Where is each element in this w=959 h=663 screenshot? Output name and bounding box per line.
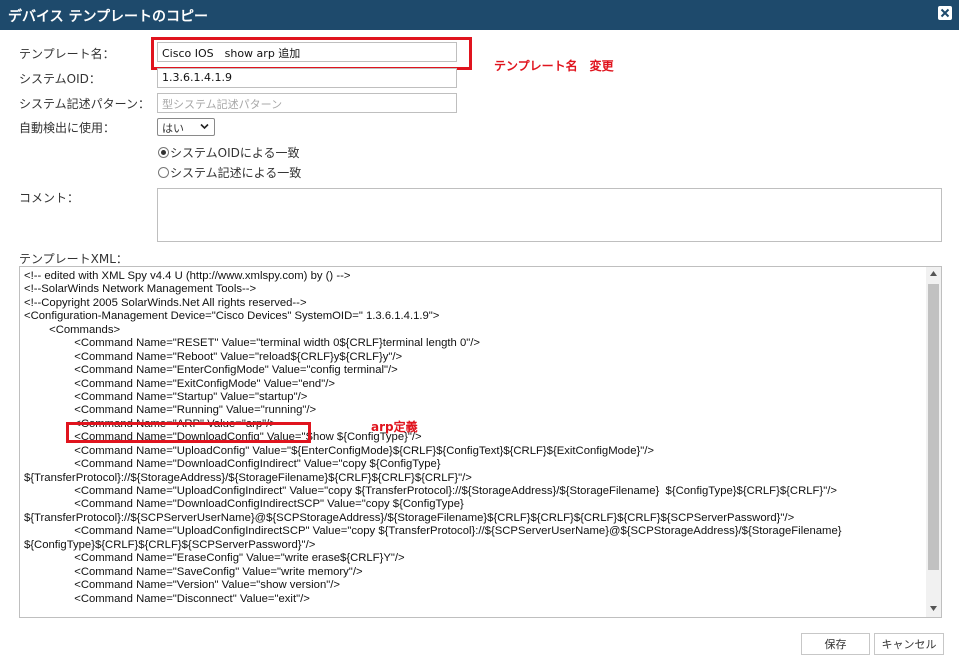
template-name-highlight — [151, 37, 472, 70]
radio-match-descr-label: システム記述による一致 — [170, 166, 302, 180]
vertical-scrollbar[interactable] — [926, 267, 941, 617]
auto-detect-label: 自動検出に使用： — [19, 121, 116, 135]
radio-match-oid-label: システムOIDによる一致 — [170, 146, 300, 160]
chevron-down-icon — [200, 123, 209, 130]
cancel-button[interactable]: キャンセル — [874, 633, 944, 655]
xml-line: <Command Name="UploadConfig" Value="${En… — [24, 444, 654, 457]
auto-detect-select[interactable]: はい — [157, 118, 215, 136]
radio-match-descr[interactable]: システム記述による一致 — [158, 164, 301, 181]
xml-line: <Command Name="Reboot" Value="reload${CR… — [24, 350, 403, 363]
xml-line: <Command Name="Version" Value="show vers… — [24, 579, 340, 592]
xml-line: <!-- edited with XML Spy v4.4 U (http://… — [24, 270, 351, 282]
scrollbar-thumb[interactable] — [928, 284, 939, 570]
system-oid-input[interactable]: 1.3.6.1.4.1.9 — [157, 68, 457, 88]
template-xml-label: テンプレートXML： — [19, 252, 128, 266]
xml-line: <Command Name="EraseConfig" Value="write… — [24, 552, 405, 565]
xml-line: <Configuration-Management Device="Cisco … — [24, 310, 440, 323]
xml-line: <Command Name="UploadConfigIndirect" Val… — [24, 485, 837, 497]
xml-line: ${TransferProtocol}://${StorageAddress}/… — [24, 471, 472, 484]
sysdescr-label: システム記述パターン： — [19, 97, 151, 111]
comment-textarea[interactable] — [157, 188, 942, 242]
xml-line: <!--SolarWinds Network Management Tools-… — [24, 283, 257, 296]
comment-label: コメント： — [19, 191, 80, 205]
sysdescr-input[interactable]: 型システム記述パターン — [157, 93, 457, 113]
xml-line: ${ConfigType}${CRLF}${CRLF}${SCPServerPa… — [24, 538, 316, 551]
annotation-arp-def: arp定義 — [371, 420, 418, 434]
save-button[interactable]: 保存 — [801, 633, 870, 655]
auto-detect-value: はい — [162, 122, 184, 135]
template-name-label: テンプレート名： — [19, 47, 115, 61]
annotation-name-change: テンプレート名 変更 — [494, 59, 614, 73]
system-oid-label: システムOID： — [19, 72, 101, 86]
radio-selected-icon — [158, 147, 169, 158]
xml-line: ${TransferProtocol}://${SCPServerUserNam… — [24, 511, 795, 524]
close-icon[interactable] — [938, 6, 952, 20]
xml-line: <Command Name="SaveConfig" Value="write … — [24, 565, 363, 578]
xml-line: <Command Name="Startup" Value="startup"/… — [24, 390, 308, 403]
radio-match-oid[interactable]: システムOIDによる一致 — [158, 144, 300, 161]
xml-line: <Command Name="Disconnect" Value="exit"/… — [24, 592, 310, 605]
xml-line: <Command Name="DownloadConfigIndirect" V… — [24, 458, 441, 471]
dialog-titlebar: デバイス テンプレートのコピー — [0, 0, 959, 30]
xml-line: <Command Name="UploadConfigIndirectSCP" … — [24, 525, 842, 538]
arp-command-highlight — [66, 422, 311, 443]
xml-line: <Command Name="ExitConfigMode" Value="en… — [24, 377, 335, 390]
xml-line: <Command Name="EnterConfigMode" Value="c… — [24, 364, 398, 377]
xml-line: <Commands> — [24, 323, 121, 336]
dialog-title: デバイス テンプレートのコピー — [8, 9, 209, 25]
xml-line: <Command Name="RESET" Value="terminal wi… — [24, 337, 480, 350]
scroll-down-icon[interactable] — [930, 606, 937, 611]
radio-unselected-icon — [158, 167, 169, 178]
xml-line: <Command Name="Running" Value="running"/… — [24, 404, 317, 417]
scroll-up-icon[interactable] — [930, 271, 937, 276]
xml-line: <!--Copyright 2005 SolarWinds.Net All ri… — [24, 296, 307, 309]
xml-line: <Command Name="DownloadConfigIndirectSCP… — [24, 498, 464, 511]
